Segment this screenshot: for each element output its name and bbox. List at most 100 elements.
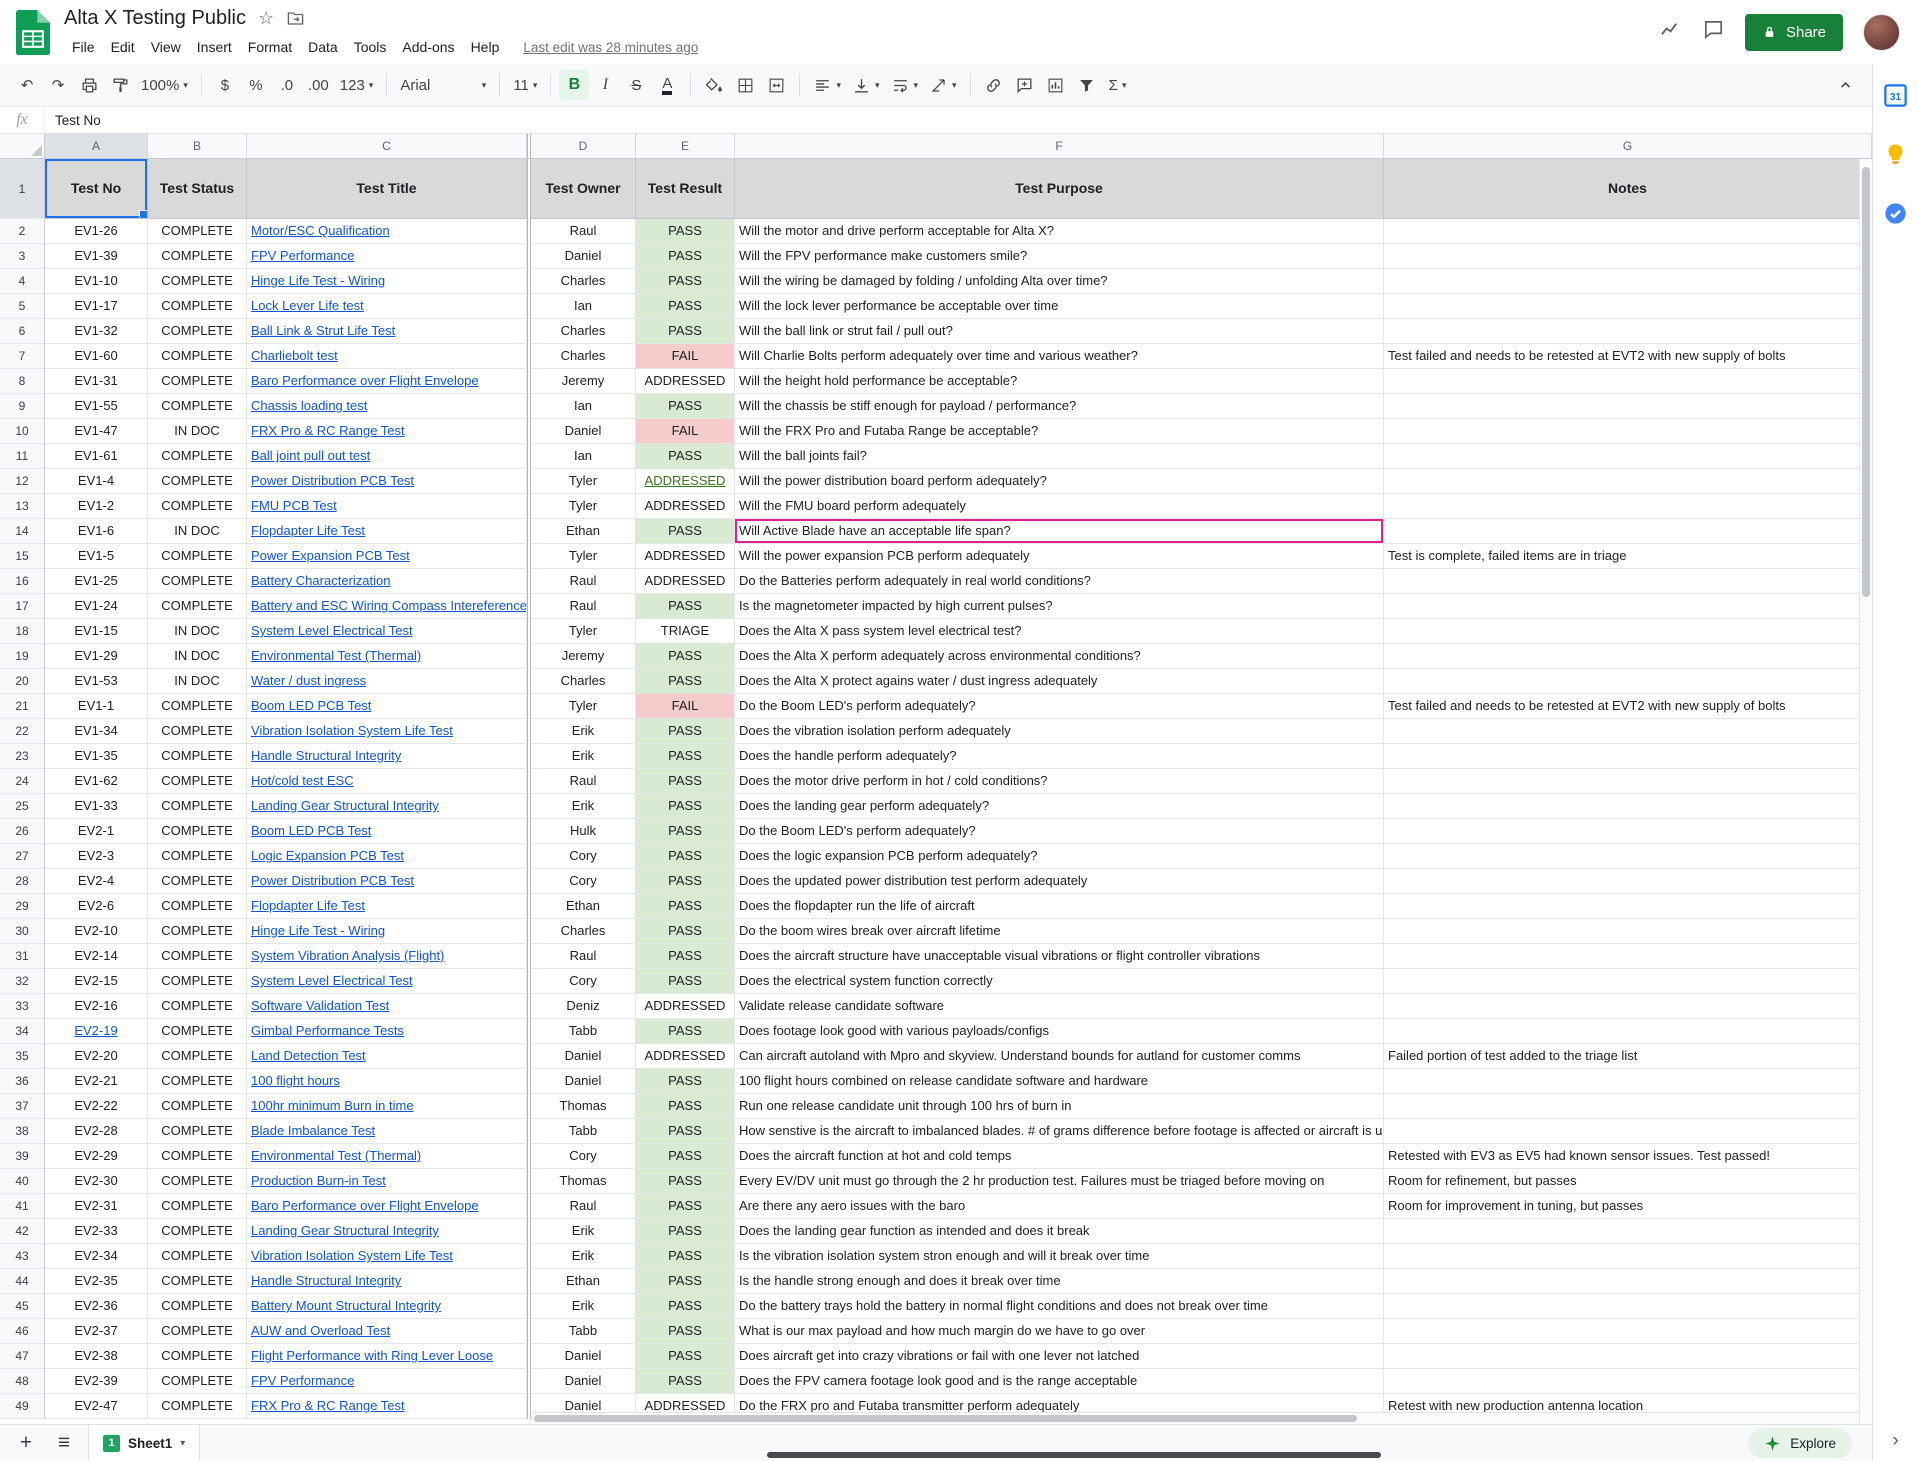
cell-test-owner[interactable]: Tabb — [531, 1319, 636, 1344]
cell-test-purpose[interactable]: Do the Batteries perform adequately in r… — [735, 569, 1384, 594]
cell-test-status[interactable]: COMPLETE — [148, 719, 247, 744]
cell-notes[interactable]: Room for improvement in tuning, but pass… — [1384, 1194, 1872, 1219]
cell-test-result[interactable]: PASS — [636, 844, 735, 869]
cell-test-no[interactable]: EV1-61 — [45, 444, 148, 469]
cell-test-no[interactable]: EV1-47 — [45, 419, 148, 444]
cell-test-result[interactable]: PASS — [636, 1219, 735, 1244]
cell-test-status[interactable]: COMPLETE — [148, 1144, 247, 1169]
cell-test-owner[interactable]: Cory — [531, 969, 636, 994]
cell-notes[interactable]: Failed portion of test added to the tria… — [1384, 1044, 1872, 1069]
header-cell-test-purpose[interactable]: Test Purpose — [735, 159, 1384, 219]
cell-test-purpose[interactable]: Does footage look good with various payl… — [735, 1019, 1384, 1044]
cell-test-owner[interactable]: Ian — [531, 444, 636, 469]
cell-test-status[interactable]: COMPLETE — [148, 1119, 247, 1144]
cell-test-owner[interactable]: Daniel — [531, 1069, 636, 1094]
cell-notes[interactable] — [1384, 1269, 1872, 1294]
cell-notes[interactable] — [1384, 1369, 1872, 1394]
cell-test-result[interactable]: FAIL — [636, 694, 735, 719]
cell-test-no[interactable]: EV2-33 — [45, 1219, 148, 1244]
cell-test-no[interactable]: EV1-33 — [45, 794, 148, 819]
test-title-link[interactable]: FPV Performance — [251, 1373, 354, 1388]
cell-test-result[interactable]: PASS — [636, 919, 735, 944]
cell-test-title[interactable]: Gimbal Performance Tests — [247, 1019, 527, 1044]
cell-test-result[interactable]: PASS — [636, 1119, 735, 1144]
cell-test-no[interactable]: EV2-1 — [45, 819, 148, 844]
cell-test-title[interactable]: System Vibration Analysis (Flight) — [247, 944, 527, 969]
cell-notes[interactable] — [1384, 594, 1872, 619]
cell-test-no[interactable]: EV2-31 — [45, 1194, 148, 1219]
cell-notes[interactable]: Room for refinement, but passes — [1384, 1169, 1872, 1194]
print-button[interactable] — [74, 70, 104, 100]
row-header[interactable]: 40 — [0, 1169, 45, 1194]
more-formats-select[interactable]: 123▾ — [335, 70, 379, 100]
row-header[interactable]: 35 — [0, 1044, 45, 1069]
cell-test-result[interactable]: PASS — [636, 769, 735, 794]
test-title-link[interactable]: Ball joint pull out test — [251, 448, 370, 463]
cell-test-title[interactable]: FPV Performance — [247, 1369, 527, 1394]
cell-test-owner[interactable]: Tyler — [531, 544, 636, 569]
test-title-link[interactable]: Boom LED PCB Test — [251, 698, 371, 713]
text-color-button[interactable]: A — [652, 70, 682, 100]
test-title-link[interactable]: Hinge Life Test - Wiring — [251, 923, 385, 938]
test-title-link[interactable]: Blade Imbalance Test — [251, 1123, 375, 1138]
cell-notes[interactable] — [1384, 219, 1872, 244]
test-title-link[interactable]: Environmental Test (Thermal) — [251, 648, 421, 663]
cell-notes[interactable] — [1384, 1244, 1872, 1269]
undo-button[interactable]: ↶ — [12, 70, 42, 100]
calendar-icon[interactable]: 31 — [1882, 82, 1909, 109]
cell-test-result[interactable]: PASS — [636, 1144, 735, 1169]
cell-notes[interactable] — [1384, 644, 1872, 669]
row-header[interactable]: 6 — [0, 319, 45, 344]
cell-notes[interactable] — [1384, 569, 1872, 594]
cell-notes[interactable] — [1384, 419, 1872, 444]
cell-test-title[interactable]: Handle Structural Integrity — [247, 1269, 527, 1294]
cell-test-status[interactable]: IN DOC — [148, 519, 247, 544]
cell-test-owner[interactable]: Ethan — [531, 519, 636, 544]
cell-test-purpose[interactable]: Can aircraft autoland with Mpro and skyv… — [735, 1044, 1384, 1069]
menu-format[interactable]: Format — [240, 36, 300, 58]
sheet-tab[interactable]: 1 Sheet1 ▾ — [88, 1425, 200, 1461]
font-size-select[interactable]: 11▾ — [508, 70, 542, 100]
cell-test-no[interactable]: EV1-4 — [45, 469, 148, 494]
menu-data[interactable]: Data — [300, 36, 346, 58]
cell-test-owner[interactable]: Daniel — [531, 244, 636, 269]
cell-test-title[interactable]: FMU PCB Test — [247, 494, 527, 519]
column-header-e[interactable]: E — [636, 134, 735, 158]
cell-test-title[interactable]: Ball joint pull out test — [247, 444, 527, 469]
cell-test-owner[interactable]: Tyler — [531, 469, 636, 494]
cell-test-result[interactable]: ADDRESSED — [636, 494, 735, 519]
cell-test-status[interactable]: COMPLETE — [148, 594, 247, 619]
cell-test-purpose[interactable]: 100 flight hours combined on release can… — [735, 1069, 1384, 1094]
row-header[interactable]: 25 — [0, 794, 45, 819]
cell-test-no[interactable]: EV2-29 — [45, 1144, 148, 1169]
cell-test-title[interactable]: Power Distribution PCB Test — [247, 469, 527, 494]
vertical-align-select[interactable]: ▾ — [847, 70, 885, 100]
row-header[interactable]: 27 — [0, 844, 45, 869]
cell-test-owner[interactable]: Charles — [531, 269, 636, 294]
cell-test-result[interactable]: PASS — [636, 1344, 735, 1369]
cell-test-status[interactable]: COMPLETE — [148, 1344, 247, 1369]
row-header[interactable]: 46 — [0, 1319, 45, 1344]
row-header[interactable]: 24 — [0, 769, 45, 794]
cell-test-result[interactable]: PASS — [636, 1194, 735, 1219]
test-title-link[interactable]: System Level Electrical Test — [251, 973, 413, 988]
menu-tools[interactable]: Tools — [346, 36, 395, 58]
cell-test-status[interactable]: COMPLETE — [148, 869, 247, 894]
cell-test-no[interactable]: EV2-10 — [45, 919, 148, 944]
cell-test-status[interactable]: COMPLETE — [148, 1294, 247, 1319]
cell-test-owner[interactable]: Jeremy — [531, 369, 636, 394]
cell-test-purpose[interactable]: Is the handle strong enough and does it … — [735, 1269, 1384, 1294]
cell-test-status[interactable]: COMPLETE — [148, 1219, 247, 1244]
cell-test-result[interactable]: ADDRESSED — [636, 1044, 735, 1069]
menu-file[interactable]: File — [64, 36, 103, 58]
cell-test-title[interactable]: Boom LED PCB Test — [247, 819, 527, 844]
cell-test-owner[interactable]: Tabb — [531, 1119, 636, 1144]
cell-test-purpose[interactable]: Does the landing gear function as intend… — [735, 1219, 1384, 1244]
test-title-link[interactable]: Baro Performance over Flight Envelope — [251, 1198, 479, 1213]
cell-test-no[interactable]: EV1-35 — [45, 744, 148, 769]
row-header[interactable]: 23 — [0, 744, 45, 769]
cell-test-owner[interactable]: Raul — [531, 219, 636, 244]
test-title-link[interactable]: 100 flight hours — [251, 1073, 340, 1088]
cell-test-title[interactable]: Production Burn-in Test — [247, 1169, 527, 1194]
cell-test-result[interactable]: PASS — [636, 294, 735, 319]
